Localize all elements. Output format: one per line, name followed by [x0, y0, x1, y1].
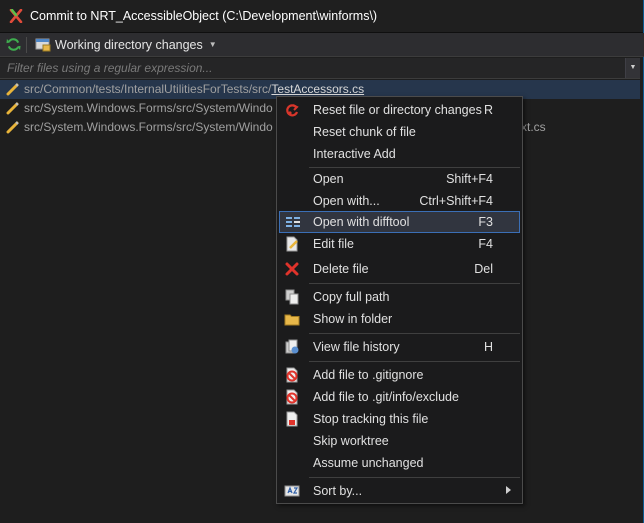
edit-file-icon: [286, 236, 298, 252]
toolbar: Working directory changes ▼: [0, 33, 644, 57]
menu-item-open-with-difftool[interactable]: Open with difftool F3: [279, 211, 520, 233]
context-menu: Reset file or directory changes R Reset …: [276, 96, 523, 504]
menu-separator: [309, 333, 520, 334]
title-bar: Commit to NRT_AccessibleObject (C:\Devel…: [0, 0, 644, 33]
menu-separator: [309, 477, 520, 478]
history-icon: [285, 339, 299, 354]
working-directory-dropdown[interactable]: Working directory changes ▼: [31, 34, 221, 55]
difftool-icon: [286, 217, 300, 227]
modified-file-icon: [6, 102, 19, 115]
menu-item-add-to-gitignore[interactable]: Add file to .gitignore: [279, 364, 520, 386]
chevron-right-icon: [506, 486, 511, 494]
file-name: TestAccessors.cs: [271, 82, 365, 96]
stop-tracking-icon: [286, 411, 298, 427]
working-directory-icon: [35, 38, 51, 52]
menu-item-assume-unchanged[interactable]: Assume unchanged: [279, 452, 520, 474]
delete-icon: [285, 262, 299, 276]
window-title: Commit to NRT_AccessibleObject (C:\Devel…: [30, 9, 378, 23]
menu-item-delete-file[interactable]: Delete file Del: [279, 258, 520, 280]
menu-item-stop-tracking[interactable]: Stop tracking this file: [279, 408, 520, 430]
menu-item-open-with[interactable]: Open with... Ctrl+Shift+F4: [279, 190, 520, 212]
modified-file-icon: [6, 83, 19, 96]
menu-item-show-in-folder[interactable]: Show in folder: [279, 308, 520, 330]
menu-item-edit-file[interactable]: Edit file F4: [279, 233, 520, 255]
file-name-tail: xt.cs: [521, 120, 546, 134]
folder-icon: [284, 314, 300, 326]
menu-item-skip-worktree[interactable]: Skip worktree: [279, 430, 520, 452]
menu-item-sort-by[interactable]: Sort by...: [279, 480, 520, 502]
refresh-icon[interactable]: [6, 37, 21, 52]
file-dir: src/System.Windows.Forms/src/System/Wind…: [24, 101, 273, 115]
menu-separator: [309, 283, 520, 284]
menu-item-reset-chunk[interactable]: Reset chunk of file: [279, 121, 520, 143]
git-commit-icon: [9, 9, 23, 23]
menu-separator: [309, 361, 520, 362]
chevron-down-icon: ▼: [208, 40, 217, 49]
toolbar-separator: [26, 37, 27, 53]
copy-icon: [285, 289, 299, 305]
menu-item-copy-full-path[interactable]: Copy full path: [279, 286, 520, 308]
filter-dropdown-button[interactable]: ▼: [625, 58, 640, 78]
sort-icon: [284, 485, 300, 497]
working-directory-label: Working directory changes: [55, 37, 203, 52]
reset-icon: [286, 104, 299, 117]
filter-bar: ▼: [0, 58, 640, 79]
menu-item-reset-file[interactable]: Reset file or directory changes R: [279, 99, 520, 121]
file-dir: src/System.Windows.Forms/src/System/Wind…: [24, 120, 273, 134]
menu-item-open[interactable]: Open Shift+F4: [279, 168, 520, 190]
exclude-icon: [286, 389, 298, 405]
file-dir: src/Common/tests/InternalUtilitiesForTes…: [24, 82, 272, 96]
menu-item-interactive-add[interactable]: Interactive Add: [279, 143, 520, 165]
filter-input[interactable]: [0, 58, 624, 78]
menu-item-add-to-exclude[interactable]: Add file to .git/info/exclude: [279, 386, 520, 408]
ignore-icon: [286, 367, 298, 383]
modified-file-icon: [6, 121, 19, 134]
menu-item-view-file-history[interactable]: View file history H: [279, 336, 520, 358]
